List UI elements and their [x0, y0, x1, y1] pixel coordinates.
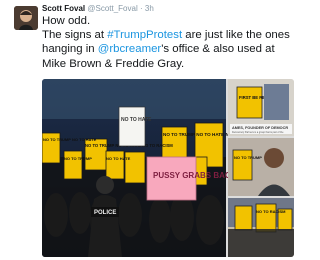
sign-text-small-1: NO TO TRUMP: [64, 156, 92, 161]
tweet-line-2: The signs at #TrumpProtest are just like…: [42, 28, 294, 71]
protest-collage: NO TO TRUMP NO TO HATE NO TO TRUMP NO TO…: [42, 79, 294, 257]
white-sign-text: NO TO HATE: [121, 117, 152, 123]
police-label: POLICE: [94, 210, 116, 216]
tweet-header: Scott Foval @Scott_Foval · 3h: [42, 4, 154, 14]
tweet-text-a: The signs at: [42, 29, 108, 42]
tweet-media[interactable]: NO TO TRUMP NO TO HATE NO TO TRUMP NO TO…: [42, 79, 294, 257]
sign-text-left-top: NO TO TRUMP NO TO HATE: [43, 137, 97, 142]
mention-link[interactable]: @rbcreamer: [98, 43, 161, 55]
tweet-time[interactable]: 3h: [145, 4, 154, 13]
right-caption: AMES, FOUNDER OF DEMOCR: [232, 126, 288, 130]
avatar-photo: [14, 6, 38, 30]
right-bottom-sign-text: NO TO RACISM: [256, 209, 286, 214]
white-sign: [118, 106, 146, 147]
right-caption-sub: Democracy Partners is a group that is pa…: [232, 131, 284, 134]
tweet-line-1: How odd.: [42, 15, 91, 27]
profile-avatar[interactable]: [14, 6, 38, 30]
hashtag-link[interactable]: #TrumpProtest: [107, 29, 182, 41]
separator: ·: [139, 4, 143, 13]
author-handle[interactable]: @Scott_Foval: [87, 4, 137, 13]
pink-sign-text: PUSSY GRABS BACK!: [153, 171, 239, 180]
author-name[interactable]: Scott Foval: [42, 4, 85, 13]
right-middle-sign-text: NO TO TRUMP: [234, 155, 262, 160]
sign-text-small-2: NO TO HATE: [106, 156, 131, 161]
tweet-text: How odd. The signs at #TrumpProtest are …: [42, 14, 294, 71]
